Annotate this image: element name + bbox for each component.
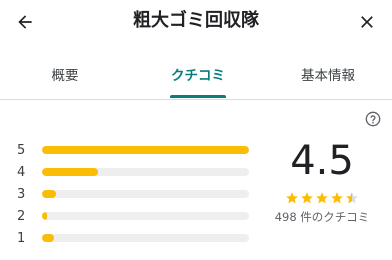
star-full-icon — [331, 192, 343, 204]
rating-row[interactable]: 2 — [0, 206, 260, 228]
active-tab-indicator — [170, 95, 226, 98]
star-half-icon — [346, 192, 358, 204]
rating-row-label: 1 — [17, 231, 26, 246]
rating-row[interactable]: 3 — [0, 184, 260, 206]
star-full-icon — [301, 192, 313, 204]
rating-bar-track — [42, 190, 249, 198]
close-icon — [361, 16, 373, 28]
help-button[interactable] — [365, 111, 381, 127]
average-rating: 4.5 — [290, 138, 354, 184]
star-full-icon — [286, 192, 298, 204]
rating-bar-fill — [42, 212, 47, 220]
rating-bar-fill — [42, 234, 54, 242]
rating-bar-fill — [42, 146, 249, 154]
star-rating — [282, 191, 362, 207]
rating-row[interactable]: 5 — [0, 140, 260, 162]
rating-bar-track — [42, 234, 249, 242]
rating-row-label: 3 — [17, 187, 26, 202]
help-circle-icon — [365, 111, 381, 127]
tab-overview[interactable]: 概要 — [10, 66, 120, 86]
rating-row-label: 4 — [17, 165, 26, 180]
tab-bar: 概要 クチコミ 基本情報 — [0, 58, 392, 100]
arrow-left-icon — [18, 15, 32, 29]
rating-row[interactable]: 4 — [0, 162, 260, 184]
tab-reviews[interactable]: クチコミ — [143, 66, 253, 86]
tab-info[interactable]: 基本情報 — [273, 66, 383, 86]
rating-bar-track — [42, 146, 249, 154]
page-title: 粗大ゴミ回収隊 — [133, 10, 259, 31]
rating-row[interactable]: 1 — [0, 228, 260, 250]
star-full-icon — [316, 192, 328, 204]
rating-bar-track — [42, 168, 249, 176]
rating-row-label: 5 — [17, 143, 26, 158]
close-button[interactable] — [352, 7, 382, 37]
rating-row-label: 2 — [17, 209, 26, 224]
rating-bar-fill — [42, 190, 56, 198]
back-button[interactable] — [10, 7, 40, 37]
rating-bar-track — [42, 212, 249, 220]
rating-bar-fill — [42, 168, 98, 176]
place-header: 粗大ゴミ回収隊 — [0, 0, 392, 44]
review-count-link[interactable]: 498 件のクチコミ — [262, 208, 382, 226]
